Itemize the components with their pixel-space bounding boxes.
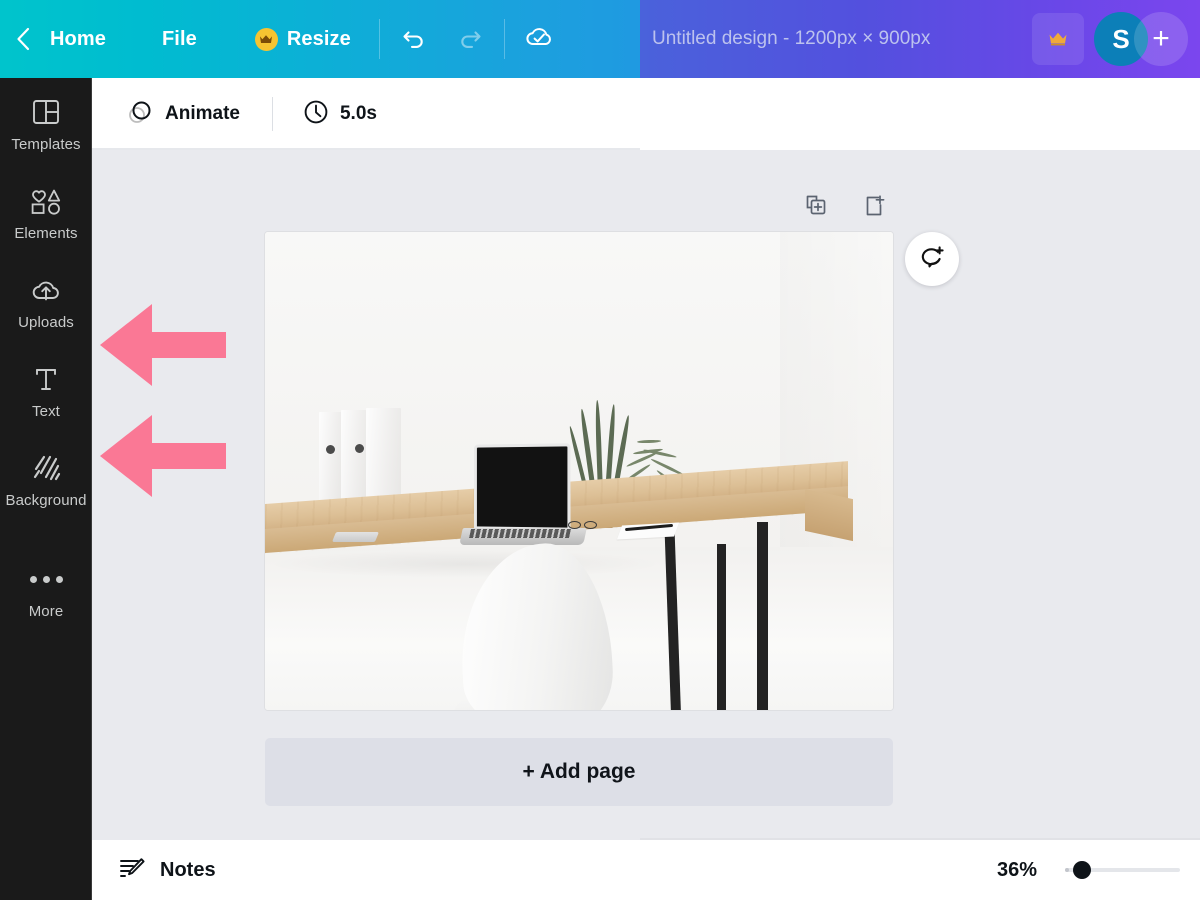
zoom-slider-min-dot	[1065, 868, 1069, 872]
toolbar-divider-3	[271, 97, 273, 131]
toolbar-bottom-border	[92, 148, 640, 150]
sidebar-item-label: Templates	[11, 136, 81, 153]
toolbar-divider-2	[503, 19, 505, 59]
photo-desk-leg	[717, 544, 726, 710]
sidebar-item-elements[interactable]: Elements	[0, 167, 92, 256]
add-page-button[interactable]: + Add page	[265, 738, 893, 806]
notes-button[interactable]: Notes	[118, 855, 216, 886]
toolbar-divider	[378, 19, 380, 59]
add-collaborator-button[interactable]: +	[1134, 12, 1188, 66]
file-label: File	[161, 27, 197, 50]
page-duration-button[interactable]: 5.0s	[293, 93, 387, 136]
resize-label: Resize	[286, 27, 351, 50]
sidebar-item-label: Text	[32, 403, 60, 420]
sidebar-item-text[interactable]: Text	[0, 345, 92, 434]
sidebar-item-templates[interactable]: Templates	[0, 78, 92, 167]
hatch-background-icon	[31, 452, 61, 484]
zoom-percentage[interactable]: 36%	[997, 859, 1037, 882]
animate-circles-icon	[126, 98, 154, 131]
redo-button[interactable]	[442, 0, 498, 78]
elements-icon	[29, 185, 63, 217]
share-panel: Untitled design - 1200px × 900px S +	[640, 0, 1200, 78]
zoom-slider[interactable]	[1065, 859, 1180, 881]
page-action-buttons	[802, 192, 888, 220]
photo-binder-ring	[326, 445, 335, 454]
sidebar-item-label: More	[28, 603, 64, 620]
sidebar-item-label: Elements	[14, 225, 78, 242]
undo-button[interactable]	[386, 0, 442, 78]
animate-label: Animate	[165, 103, 240, 124]
document-title-input[interactable]: Untitled design - 1200px × 900px	[652, 28, 930, 50]
duplicate-page-icon	[803, 193, 829, 219]
file-menu-button[interactable]: File	[136, 0, 227, 78]
cloud-check-icon	[523, 22, 555, 57]
pro-upgrade-button[interactable]	[1032, 13, 1084, 65]
arrow-pointing-uploads	[100, 304, 226, 391]
add-page-button-top[interactable]	[860, 192, 888, 220]
undo-icon	[400, 23, 428, 56]
ellipsis-icon	[29, 563, 63, 595]
duplicate-page-button[interactable]	[802, 192, 830, 220]
crown-icon	[254, 27, 278, 51]
canvas-workspace[interactable]: + Add page	[92, 150, 1200, 840]
resize-button[interactable]: Resize	[227, 0, 373, 78]
design-page-1[interactable]	[265, 232, 893, 710]
sidebar-item-label: Uploads	[18, 314, 74, 331]
crown-icon	[1048, 31, 1068, 47]
clock-icon	[303, 99, 329, 130]
add-comment-icon	[918, 243, 946, 276]
templates-icon	[31, 96, 61, 128]
sidebar-item-more[interactable]: More	[0, 523, 92, 634]
canva-editor-window: Home File Resize Untitled design - 1200p…	[0, 0, 1200, 900]
sidebar-item-uploads[interactable]: Uploads	[0, 256, 92, 345]
cloud-upload-icon	[29, 274, 63, 306]
photo-desk-leg	[757, 522, 768, 710]
left-sidebar: Templates Elements Uploads Text Backgrou…	[0, 78, 92, 900]
notes-label: Notes	[160, 858, 216, 881]
photo-laptop-screen	[474, 443, 571, 531]
add-comment-button[interactable]	[905, 232, 959, 286]
page-photo	[265, 232, 893, 710]
sidebar-item-label: Background	[5, 492, 87, 509]
photo-binder-ring	[355, 444, 364, 453]
zoom-slider-handle[interactable]	[1073, 861, 1091, 879]
notes-pencil-icon	[118, 855, 146, 886]
photo-desk-shadow	[265, 550, 665, 578]
photo-laptop-keyboard	[469, 529, 571, 538]
top-toolbar-left-group: Home File Resize	[0, 0, 567, 78]
photo-phone	[331, 532, 380, 542]
design-toolbar: Animate 5.0s	[92, 78, 1200, 150]
saved-to-cloud-button[interactable]	[511, 0, 567, 78]
sidebar-item-background[interactable]: Background	[0, 434, 92, 523]
photo-glasses	[568, 521, 602, 530]
text-t-icon	[31, 363, 61, 395]
redo-icon	[456, 23, 484, 56]
home-label: Home	[50, 27, 106, 50]
animate-button[interactable]: Animate	[116, 92, 250, 137]
bottom-bar: Notes 36%	[92, 840, 1200, 900]
add-page-icon	[861, 193, 887, 219]
page-duration-label: 5.0s	[339, 103, 377, 124]
arrow-pointing-text	[100, 415, 226, 502]
home-menu-button[interactable]: Home	[46, 0, 136, 78]
add-page-label: + Add page	[522, 760, 636, 783]
plus-icon: +	[1152, 22, 1170, 55]
avatar-initial: S	[1112, 23, 1130, 54]
back-button[interactable]	[0, 0, 46, 78]
